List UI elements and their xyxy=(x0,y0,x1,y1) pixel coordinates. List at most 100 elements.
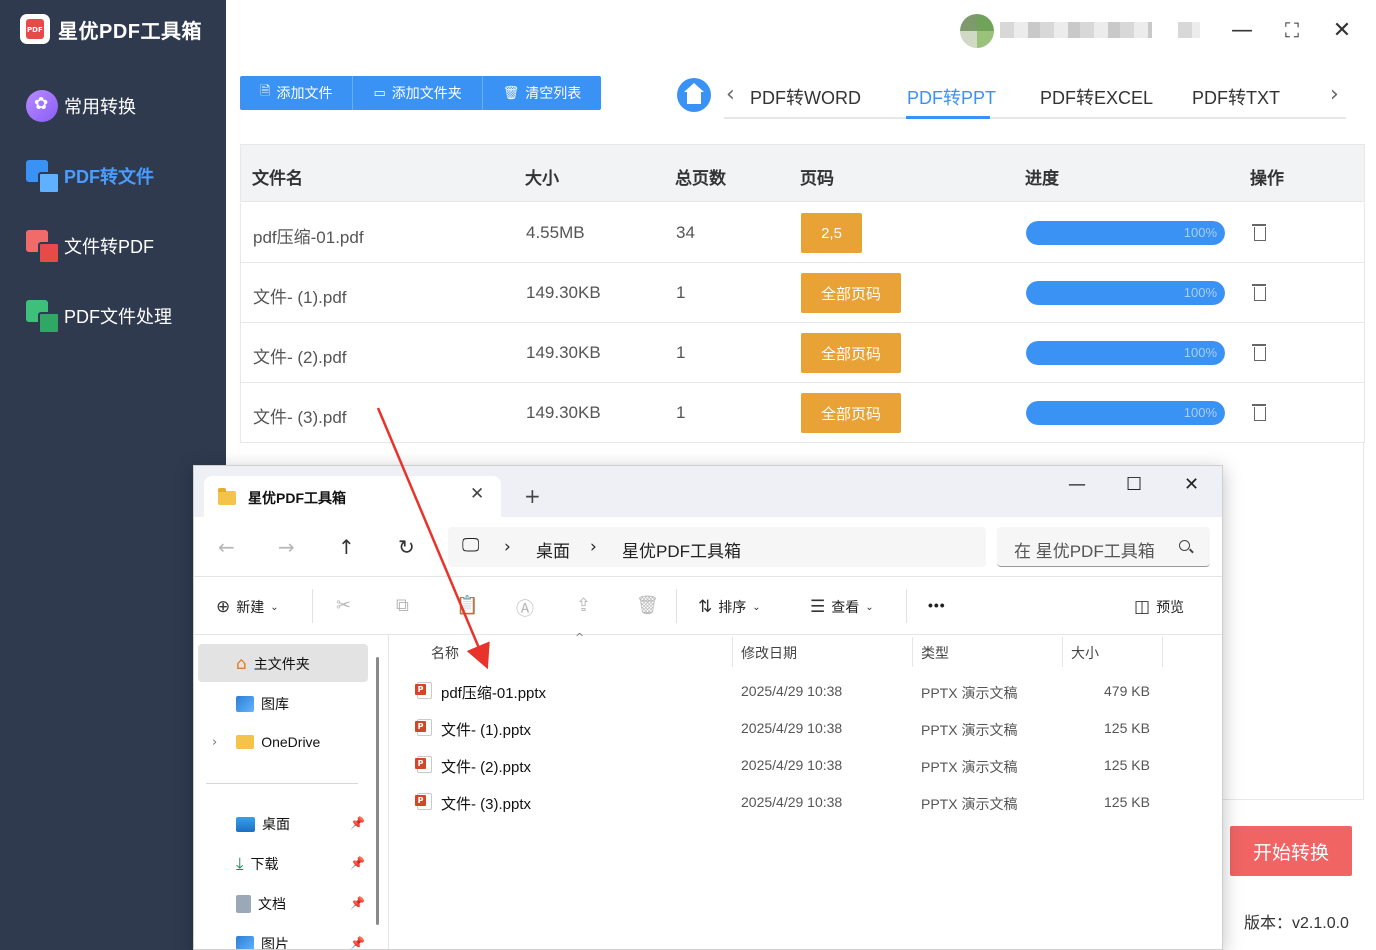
progress-text: 100% xyxy=(1183,345,1217,360)
list-item[interactable]: 文件- (2).pptx 2025/4/29 10:38 PPTX 演示文稿 1… xyxy=(409,748,1169,782)
sidebar-item-pdf-to-file[interactable]: PDF转文件 xyxy=(26,160,154,194)
delete-icon[interactable] xyxy=(1252,343,1266,361)
share-icon[interactable]: ⇪ xyxy=(576,595,591,616)
column-separator[interactable] xyxy=(912,637,913,667)
nav-item-desktop[interactable]: 桌面 xyxy=(236,814,290,834)
tabs-prev-icon[interactable]: ‹ xyxy=(726,82,735,107)
add-folder-button[interactable]: ▭ 添加文件夹 xyxy=(353,76,483,110)
tab-pdf-to-excel[interactable]: PDF转EXCEL xyxy=(1040,84,1153,110)
file-size: 149.30KB xyxy=(526,403,601,422)
delete-icon[interactable] xyxy=(1252,283,1266,301)
separator xyxy=(312,589,313,623)
pin-icon[interactable]: 📌 xyxy=(350,816,365,830)
delete-icon[interactable] xyxy=(1252,403,1266,421)
refresh-icon[interactable]: ↻ xyxy=(398,535,415,559)
search-input[interactable]: 在 星优PDF工具箱 xyxy=(997,527,1210,567)
delete-icon[interactable] xyxy=(1252,223,1266,241)
pin-icon[interactable]: 📌 xyxy=(350,896,365,910)
list-item[interactable]: pdf压缩-01.pptx 2025/4/29 10:38 PPTX 演示文稿 … xyxy=(409,674,1169,708)
col-header-size[interactable]: 大小 xyxy=(1071,643,1099,663)
progress-bar: 100% xyxy=(1026,341,1225,365)
maximize-icon[interactable]: ☐ xyxy=(1126,474,1142,495)
cut-icon[interactable]: ✂ xyxy=(336,595,351,616)
pin-icon[interactable]: 📌 xyxy=(350,936,365,949)
sidebar-item-file-to-pdf[interactable]: 文件转PDF xyxy=(26,230,154,264)
home-button[interactable] xyxy=(677,78,711,112)
clear-list-button[interactable]: 🗑 清空列表 xyxy=(483,76,602,110)
nav-item-gallery[interactable]: 图库 xyxy=(236,694,289,714)
nav-item-documents[interactable]: 文档 xyxy=(236,894,286,914)
tab-pdf-to-word[interactable]: PDF转WORD xyxy=(750,84,861,110)
table-row[interactable]: 文件- (2).pdf 149.30KB 1 全部页码 100% xyxy=(240,323,1365,383)
view-button[interactable]: ☰ 查看 ⌄ xyxy=(810,597,874,617)
address-bar[interactable]: 🖵 › 桌面 › 星优PDF工具箱 xyxy=(448,527,986,567)
avatar[interactable] xyxy=(960,14,994,48)
copy-icon[interactable]: ⧉ xyxy=(396,595,409,616)
close-icon[interactable]: ✕ xyxy=(1184,474,1199,495)
sidebar-item-pdf-process[interactable]: PDF文件处理 xyxy=(26,300,172,334)
breadcrumb-folder[interactable]: 星优PDF工具箱 xyxy=(622,537,741,562)
explorer-tab-title: 星优PDF工具箱 xyxy=(248,490,346,506)
explorer-tab[interactable]: 星优PDF工具箱 ✕ xyxy=(204,476,501,517)
sort-button[interactable]: ⇅ 排序 ⌄ xyxy=(698,597,761,617)
col-header-name[interactable]: 名称 xyxy=(431,643,459,663)
new-tab-icon[interactable]: + xyxy=(524,484,541,508)
page-range-button[interactable]: 全部页码 xyxy=(801,333,901,373)
nav-item-home[interactable]: ⌂ 主文件夹 xyxy=(236,654,310,674)
add-file-button[interactable]: 🗎 添加文件 xyxy=(240,76,354,110)
list-item[interactable]: 文件- (3).pptx 2025/4/29 10:38 PPTX 演示文稿 1… xyxy=(409,785,1169,819)
tab-pdf-to-txt[interactable]: PDF转TXT xyxy=(1192,84,1280,110)
nav-item-downloads[interactable]: ⤓ 下载 xyxy=(236,854,279,874)
nav-item-onedrive[interactable]: › OneDrive xyxy=(212,734,320,750)
col-header-pages: 总页数 xyxy=(675,169,726,188)
column-separator[interactable] xyxy=(1062,637,1063,667)
file-pages: 1 xyxy=(676,283,686,302)
active-tab-indicator xyxy=(906,116,990,119)
page-range-button[interactable]: 全部页码 xyxy=(801,393,901,433)
progress-bar: 100% xyxy=(1026,401,1225,425)
col-header-type[interactable]: 类型 xyxy=(921,643,949,663)
chevron-down-icon: ⌄ xyxy=(752,601,761,613)
nav-item-label: 主文件夹 xyxy=(253,656,310,672)
preview-pane-icon: ◫ xyxy=(1134,597,1151,617)
column-separator[interactable] xyxy=(732,637,733,667)
delete-icon[interactable]: 🗑 xyxy=(636,595,659,616)
progress-text: 100% xyxy=(1183,405,1217,420)
more-button[interactable]: ••• xyxy=(928,597,946,613)
back-arrow-icon[interactable]: ← xyxy=(218,535,235,559)
plus-circle-icon: ⊕ xyxy=(216,597,231,617)
pptx-file-icon xyxy=(415,682,432,699)
list-item[interactable]: 文件- (1).pptx 2025/4/29 10:38 PPTX 演示文稿 1… xyxy=(409,711,1169,745)
table-row[interactable]: 文件- (3).pdf 149.30KB 1 全部页码 100% xyxy=(240,383,1365,443)
paste-icon[interactable]: 📋 xyxy=(456,595,478,616)
explorer-titlebar: 星优PDF工具箱 ✕ + — ☐ ✕ xyxy=(194,466,1222,517)
breadcrumb-desktop[interactable]: 桌面 xyxy=(536,537,570,562)
page-range-button[interactable]: 全部页码 xyxy=(801,273,901,313)
minimize-icon[interactable]: — xyxy=(1068,474,1086,495)
new-button[interactable]: ⊕ 新建 ⌄ xyxy=(216,597,279,617)
minimize-icon[interactable]: — xyxy=(1228,16,1256,44)
up-arrow-icon[interactable]: ↑ xyxy=(338,535,355,559)
close-tab-icon[interactable]: ✕ xyxy=(470,484,484,504)
maximize-icon[interactable]: ⛶ xyxy=(1278,16,1306,44)
column-separator[interactable] xyxy=(1162,637,1163,667)
nav-scrollbar[interactable] xyxy=(376,657,379,925)
forward-arrow-icon[interactable]: → xyxy=(278,535,295,559)
col-header-modified[interactable]: 修改日期 xyxy=(741,643,797,663)
table-row[interactable]: pdf压缩-01.pdf 4.55MB 34 2,5 100% xyxy=(240,203,1365,263)
tab-pdf-to-ppt[interactable]: PDF转PPT xyxy=(907,84,996,110)
nav-item-pictures[interactable]: 图片 xyxy=(236,934,289,949)
tabs-next-icon[interactable]: › xyxy=(1330,82,1339,107)
table-row[interactable]: 文件- (1).pdf 149.30KB 1 全部页码 100% xyxy=(240,263,1365,323)
page-range-button[interactable]: 2,5 xyxy=(801,213,862,253)
preview-button[interactable]: ◫ 预览 xyxy=(1134,597,1184,617)
start-convert-button[interactable]: 开始转换 xyxy=(1230,826,1352,876)
file-size: 125 KB xyxy=(1104,794,1150,810)
rename-icon[interactable]: Ⓐ xyxy=(516,595,534,621)
sidebar-item-common[interactable]: 常用转换 xyxy=(26,90,136,122)
chevron-right-icon[interactable]: › xyxy=(212,735,217,750)
pin-icon[interactable]: 📌 xyxy=(350,856,365,870)
close-icon[interactable]: ✕ xyxy=(1328,16,1356,44)
file-name: 文件- (1).pptx xyxy=(441,722,532,739)
file-size: 479 KB xyxy=(1104,683,1150,699)
